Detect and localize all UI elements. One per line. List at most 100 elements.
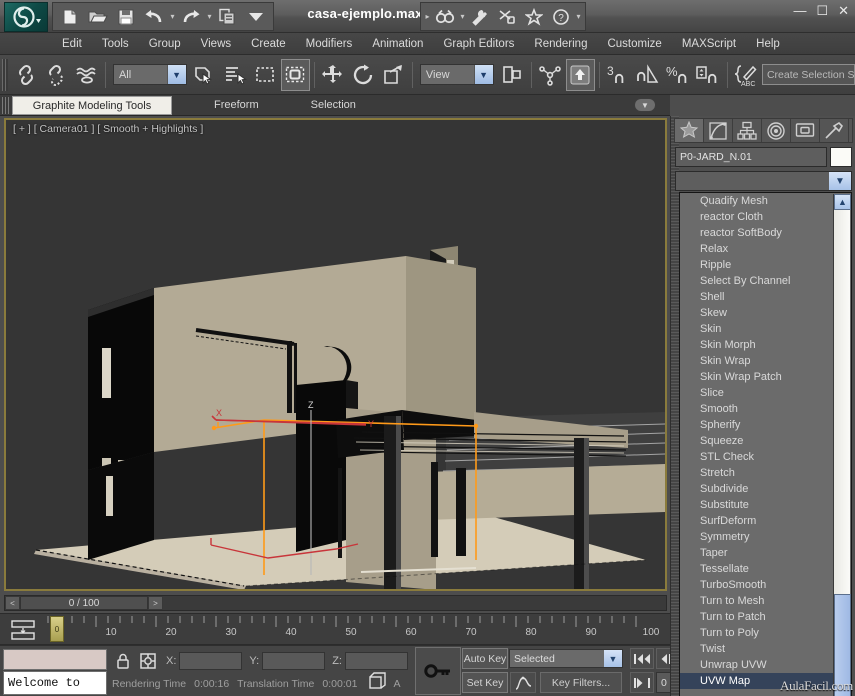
display-tab-icon[interactable] <box>791 119 820 142</box>
create-tab-icon[interactable] <box>675 119 704 142</box>
menu-item-group[interactable]: Group <box>139 36 191 52</box>
modifier-item[interactable]: Tessellate <box>680 561 851 577</box>
angle-snap-toggle-icon[interactable] <box>634 59 663 91</box>
modifier-item[interactable]: SurfDeform <box>680 513 851 529</box>
modifier-item[interactable]: Subdivide <box>680 481 851 497</box>
modifier-list-combo[interactable]: ▼ <box>675 171 852 191</box>
redo-dropdown-icon[interactable]: ▾ <box>206 4 213 29</box>
menu-item-edit[interactable]: Edit <box>52 36 92 52</box>
select-object-icon[interactable] <box>191 59 220 91</box>
y-field[interactable] <box>262 651 326 670</box>
menu-item-customize[interactable]: Customize <box>597 36 671 52</box>
menu-item-graph-editors[interactable]: Graph Editors <box>433 36 524 52</box>
modifier-item[interactable]: Slice <box>680 385 851 401</box>
menu-item-help[interactable]: Help <box>746 36 790 52</box>
help-dropdown-icon[interactable]: ▾ <box>575 4 582 29</box>
modifier-item[interactable]: Unwrap UVW <box>680 657 851 673</box>
snaps-toggle-3d-icon[interactable]: 3 <box>604 59 633 91</box>
chevron-up-icon[interactable]: ▲ <box>834 194 851 210</box>
selection-lock-icon[interactable] <box>112 650 134 671</box>
bind-to-space-warp-icon[interactable] <box>72 59 101 91</box>
socket-icon[interactable] <box>494 4 520 29</box>
modifier-item[interactable]: Quadify Mesh <box>680 193 851 209</box>
menu-item-create[interactable]: Create <box>241 36 296 52</box>
spinner-snap-toggle-icon[interactable] <box>694 59 723 91</box>
qat-expand-icon[interactable]: ▸ <box>424 4 431 29</box>
hierarchy-tab-icon[interactable] <box>733 119 762 142</box>
modifier-item[interactable]: Turn to Poly <box>680 625 851 641</box>
menu-item-maxscript[interactable]: MAXScript <box>672 36 746 52</box>
modifier-item[interactable]: Stretch <box>680 465 851 481</box>
reference-coordinate-system-dropdown[interactable]: View ▼ <box>419 64 494 85</box>
tab-freeform[interactable]: Freeform <box>200 96 273 114</box>
snaps-toggle-icon[interactable] <box>565 58 595 91</box>
modifier-item[interactable]: TurboSmooth <box>680 577 851 593</box>
named-selection-sets-icon[interactable]: ABC <box>732 59 761 91</box>
undo-icon[interactable] <box>141 4 167 29</box>
percent-snap-toggle-icon[interactable]: % <box>664 59 693 91</box>
modifier-item[interactable]: Skin Wrap Patch <box>680 369 851 385</box>
rectangular-selection-region-icon[interactable] <box>251 59 280 91</box>
tab-selection[interactable]: Selection <box>297 96 370 114</box>
parameter-curve-icon[interactable] <box>510 672 536 693</box>
modifier-item[interactable]: reactor SoftBody <box>680 225 851 241</box>
chevron-down-icon[interactable]: ▼ <box>829 172 851 190</box>
menu-item-modifiers[interactable]: Modifiers <box>296 36 363 52</box>
select-and-manipulate-icon[interactable] <box>536 59 565 91</box>
object-color-swatch[interactable] <box>830 147 852 167</box>
close-button[interactable]: ✕ <box>838 4 849 18</box>
modifier-item[interactable]: Taper <box>680 545 851 561</box>
modifier-item[interactable]: STL Check <box>680 449 851 465</box>
selection-filter-dropdown[interactable]: All ▼ <box>112 64 187 85</box>
menu-item-tools[interactable]: Tools <box>92 36 139 52</box>
absolute-relative-transform-icon[interactable] <box>137 650 159 671</box>
redo-icon[interactable] <box>178 4 204 29</box>
utilities-tab-icon[interactable] <box>820 119 849 142</box>
go-to-end-icon[interactable] <box>630 672 654 693</box>
modifier-item[interactable]: Skin Morph <box>680 337 851 353</box>
go-to-start-icon[interactable] <box>630 648 654 669</box>
chevron-down-icon[interactable]: ▼ <box>604 650 622 667</box>
new-icon[interactable] <box>57 4 83 29</box>
previous-frame-button[interactable]: < <box>5 596 20 610</box>
toolbar-grip[interactable] <box>2 58 8 91</box>
project-folder-icon[interactable] <box>215 4 241 29</box>
modifier-item[interactable]: Skew <box>680 305 851 321</box>
modifier-item[interactable]: Relax <box>680 241 851 257</box>
modifier-item[interactable]: reactor Cloth <box>680 209 851 225</box>
add-time-tag-label[interactable]: A <box>393 678 400 690</box>
set-key-button[interactable] <box>415 647 461 695</box>
minimize-button[interactable]: — <box>793 4 806 18</box>
ribbon-minimize-icon[interactable]: ▼ <box>634 98 656 112</box>
key-filters-button[interactable]: Key Filters... <box>540 672 622 693</box>
select-and-move-icon[interactable] <box>319 59 348 91</box>
modify-tab-icon[interactable] <box>704 119 733 142</box>
named-selection-set-field[interactable]: Create Selection Set <box>761 64 855 85</box>
open-mini-curve-editor-icon[interactable] <box>10 619 36 646</box>
favorites-star-icon[interactable] <box>521 4 547 29</box>
modifier-item[interactable]: Substitute <box>680 497 851 513</box>
modifier-item[interactable]: Squeeze <box>680 433 851 449</box>
modifier-item[interactable]: Ripple <box>680 257 851 273</box>
grid-box-icon[interactable] <box>367 671 387 696</box>
undo-dropdown-icon[interactable]: ▾ <box>169 4 176 29</box>
chevron-down-icon[interactable]: ▼ <box>473 65 493 84</box>
modifier-item[interactable]: Turn to Patch <box>680 609 851 625</box>
modifier-list-scrollbar[interactable]: ▲ <box>833 194 851 696</box>
search-scene-icon[interactable] <box>432 4 458 29</box>
modifier-item[interactable]: Select By Channel <box>680 273 851 289</box>
next-frame-button[interactable]: > <box>148 596 163 610</box>
help-icon[interactable]: ? <box>548 4 574 29</box>
select-and-rotate-icon[interactable] <box>349 59 378 91</box>
open-icon[interactable] <box>85 4 111 29</box>
use-pivot-center-icon[interactable] <box>498 59 527 91</box>
modifier-item[interactable]: Twist <box>680 641 851 657</box>
window-crossing-icon[interactable] <box>280 58 310 91</box>
modifier-item[interactable]: Smooth <box>680 401 851 417</box>
set-key-toggle-button[interactable]: Set Key <box>462 672 508 693</box>
key-selection-dropdown[interactable]: Selected ▼ <box>509 649 623 668</box>
menu-item-views[interactable]: Views <box>191 36 241 52</box>
modifier-item[interactable]: Skin Wrap <box>680 353 851 369</box>
menu-item-rendering[interactable]: Rendering <box>524 36 597 52</box>
command-panel-grip[interactable] <box>671 116 679 696</box>
